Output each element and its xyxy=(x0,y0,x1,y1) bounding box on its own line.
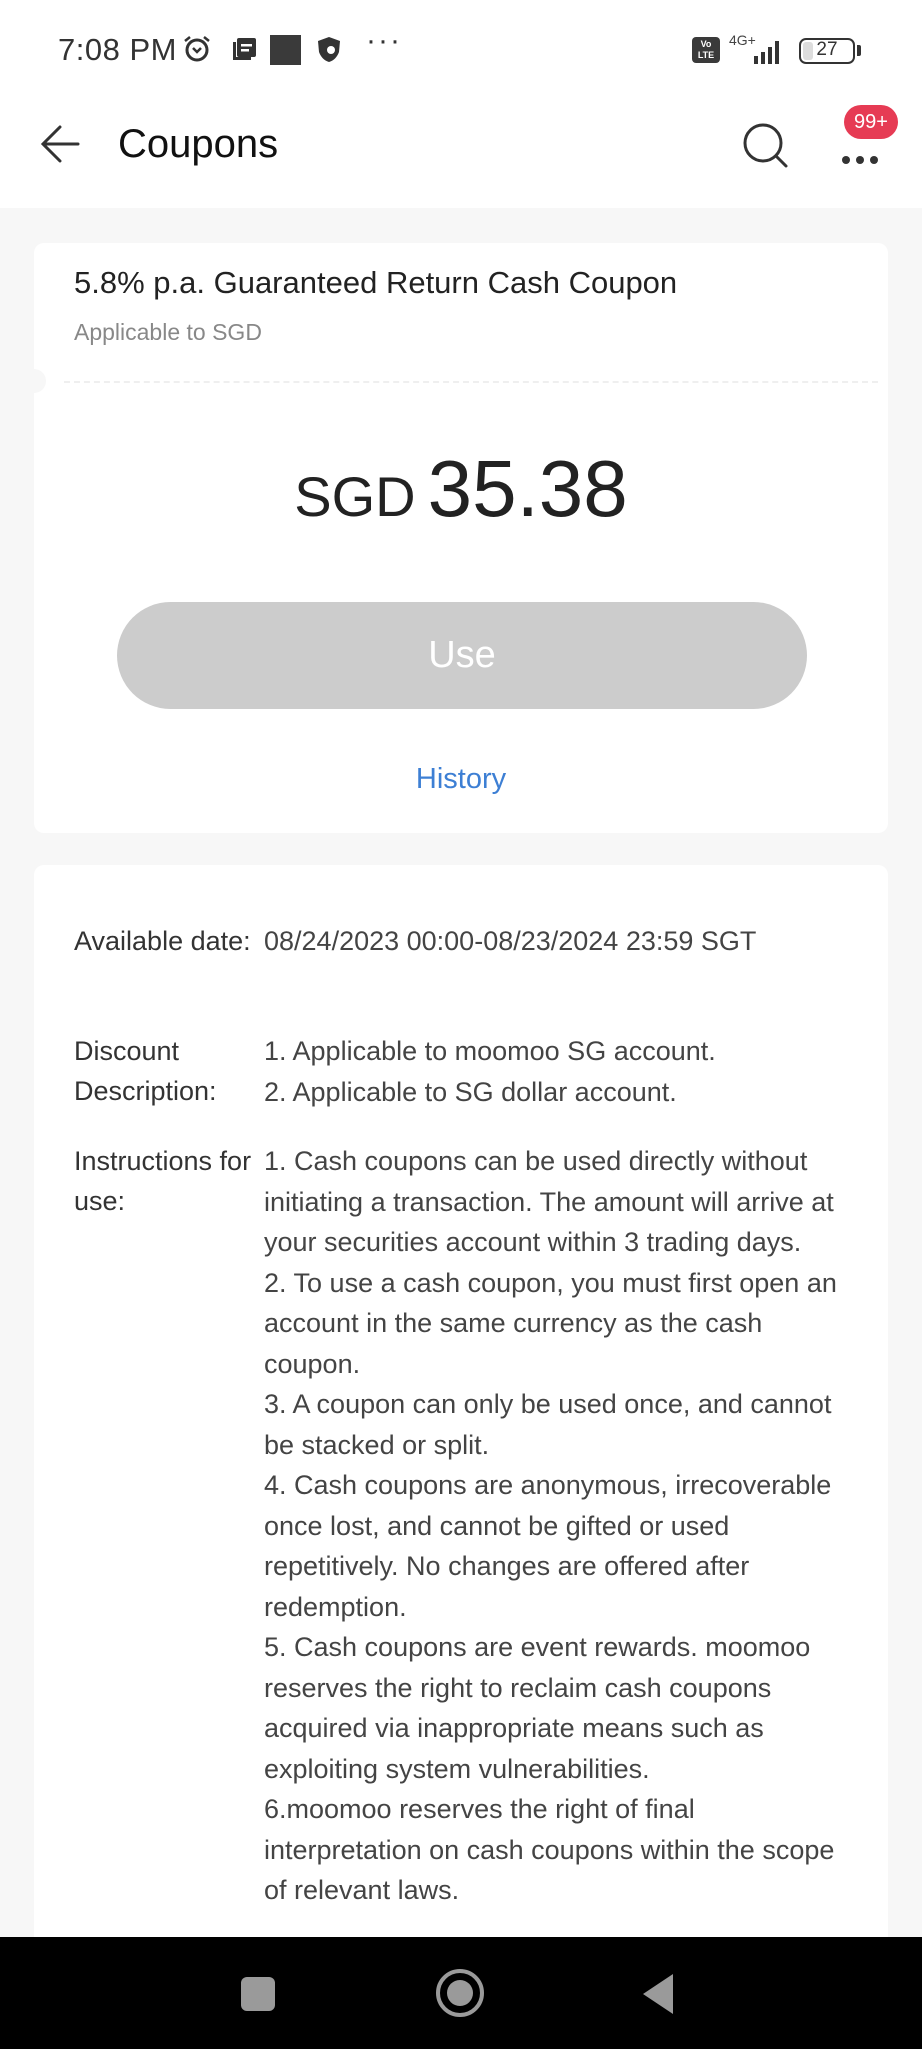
coupon-divider xyxy=(64,381,878,383)
instructions-row: Instructions for use: 1. Cash coupons ca… xyxy=(74,1141,858,1911)
status-time: 7:08 PM xyxy=(58,32,177,67)
notes-icon xyxy=(233,38,256,60)
home-icon[interactable] xyxy=(436,1969,484,2017)
instructions-value: 1. Cash coupons can be used directly wit… xyxy=(264,1141,858,1911)
instruction-line: 1. Cash coupons can be used directly wit… xyxy=(264,1146,834,1257)
back-arrow-icon[interactable] xyxy=(38,120,86,168)
discount-label: Discount Description: xyxy=(74,1036,217,1106)
instruction-line: 3. A coupon can only be used once, and c… xyxy=(264,1389,832,1460)
search-icon[interactable] xyxy=(740,120,790,170)
coupon-amount: SGD 35.38 xyxy=(34,443,888,535)
app-bar: Coupons xyxy=(0,100,922,208)
page-title: Coupons xyxy=(118,122,279,166)
discount-line: 1. Applicable to moomoo SG account. xyxy=(264,1036,716,1066)
available-date-label: Available date: xyxy=(74,926,251,956)
instruction-line: 4. Cash coupons are anonymous, irrecover… xyxy=(264,1470,832,1622)
system-nav-bar xyxy=(0,1937,922,2049)
available-date-value: 08/24/2023 00:00-08/23/2024 23:59 SGT xyxy=(264,926,757,956)
recent-apps-icon[interactable] xyxy=(241,1977,275,2011)
battery-tip xyxy=(857,45,861,56)
coupon-card: 5.8% p.a. Guaranteed Return Cash Coupon … xyxy=(22,243,888,833)
amount-currency: SGD xyxy=(294,465,416,528)
instruction-line: 2. To use a cash coupon, you must first … xyxy=(264,1267,837,1379)
system-back-icon[interactable] xyxy=(643,1974,673,2014)
volte-icon: Vo LTE xyxy=(692,37,720,63)
app-square-icon xyxy=(270,35,301,65)
battery-level: 27 xyxy=(816,39,838,60)
instruction-line: 6.moomoo reserves the right of final int… xyxy=(264,1794,835,1905)
use-button[interactable]: Use xyxy=(117,602,807,709)
discount-value: 1. Applicable to moomoo SG account. 2. A… xyxy=(264,1031,858,1112)
history-link[interactable]: History xyxy=(34,763,888,796)
available-date-row: Available date: 08/24/2023 00:00-08/23/2… xyxy=(74,921,858,962)
battery-icon: 27 xyxy=(799,38,855,64)
instructions-label: Instructions for use: xyxy=(74,1146,252,1216)
discount-line: 2. Applicable to SG dollar account. xyxy=(264,1076,677,1107)
details-card: Available date: 08/24/2023 00:00-08/23/2… xyxy=(34,865,888,1965)
alarm-icon xyxy=(184,36,210,62)
more-notifications-icon: ··· xyxy=(366,24,402,57)
instruction-line: 5. Cash coupons are event rewards. moomo… xyxy=(264,1632,811,1784)
coupon-subtitle: Applicable to SGD xyxy=(74,319,262,345)
signal-icon xyxy=(754,41,779,64)
notification-badge: 99+ xyxy=(844,105,898,139)
coupon-title: 5.8% p.a. Guaranteed Return Cash Coupon xyxy=(74,265,678,300)
coupon-notch xyxy=(22,369,46,393)
shield-icon xyxy=(318,37,340,62)
status-bar: 7:08 PM ··· Vo LTE 4G+ 27 xyxy=(0,0,922,100)
amount-value: 35.38 xyxy=(427,444,628,533)
discount-row: Discount Description: 1. Applicable to m… xyxy=(74,1031,858,1112)
